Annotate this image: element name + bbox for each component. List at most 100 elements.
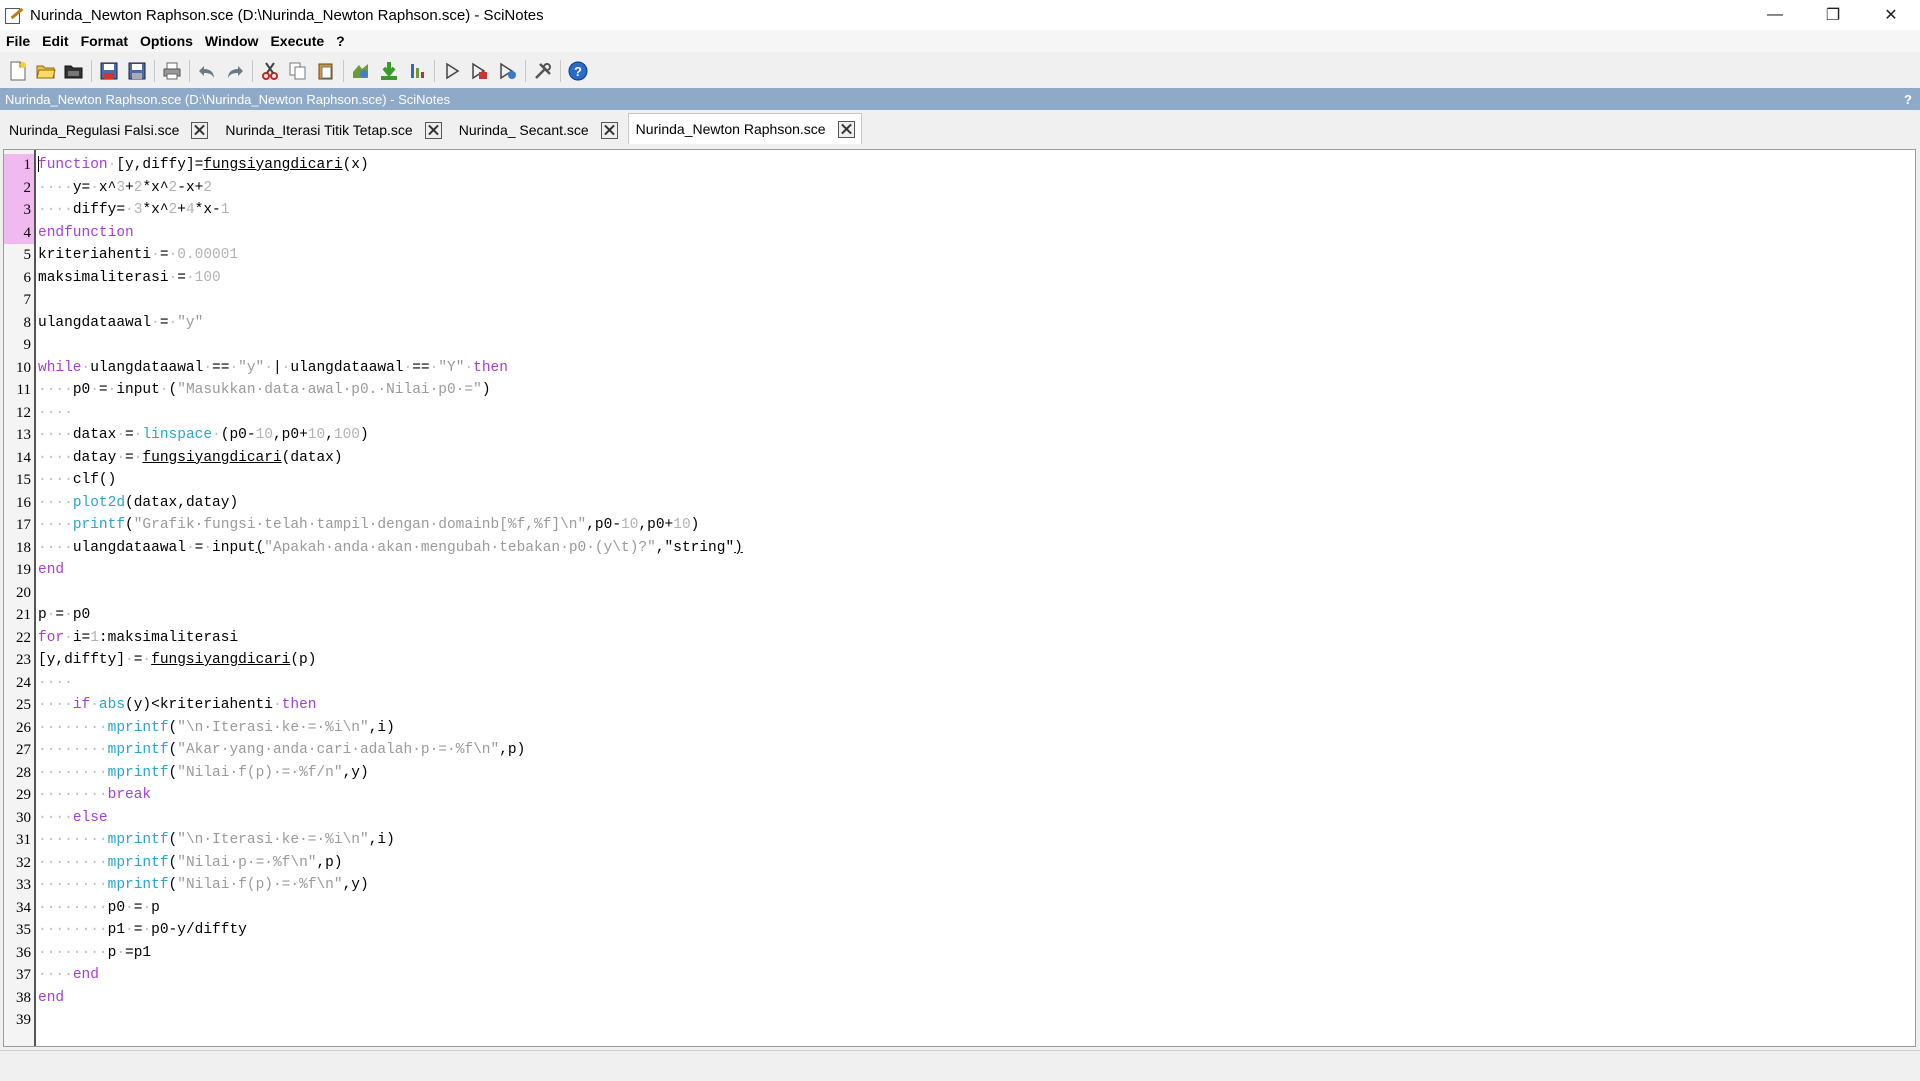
code-line[interactable]: 34 ········p0·=·p: [4, 897, 1915, 920]
run-to-cursor-icon[interactable]: [468, 59, 492, 83]
code-line[interactable]: 29 ········break: [4, 784, 1915, 807]
line-number: 6: [23, 269, 32, 286]
code-line[interactable]: 33 ········mprintf("Nilai·f(p)·=·%f\n",y): [4, 874, 1915, 897]
close-tab-icon[interactable]: [837, 120, 855, 138]
code-line[interactable]: 22 for·i=1:maksimaliterasi: [4, 627, 1915, 650]
new-file-icon[interactable]: [6, 59, 30, 83]
code-line[interactable]: 6 maksimaliterasi·=·100: [4, 267, 1915, 290]
cut-icon[interactable]: [258, 59, 282, 83]
code-line[interactable]: 23 [y,diffty]·=·fungsiyangdicari(p): [4, 649, 1915, 672]
info-help-button[interactable]: ?: [1904, 92, 1912, 107]
save-as-icon[interactable]: [125, 59, 149, 83]
close-tab-icon[interactable]: [424, 121, 442, 139]
code-line[interactable]: 39: [4, 1009, 1915, 1032]
code-line[interactable]: 13 ····datax·=·linspace·(p0-10,p0+10,100): [4, 424, 1915, 447]
tools-icon[interactable]: [531, 59, 555, 83]
evaluate-selection-icon[interactable]: [496, 59, 520, 83]
line-text: ········p0·=·p: [38, 899, 160, 916]
menu-file[interactable]: File: [0, 33, 36, 49]
undo-icon[interactable]: [195, 59, 219, 83]
save-icon[interactable]: [97, 59, 121, 83]
line-text: ····: [38, 404, 73, 421]
tab-regulasi-falsi[interactable]: Nurinda_Regulasi Falsi.sce: [2, 116, 214, 144]
code-line[interactable]: 1 function·[y,diffy]=fungsiyangdicari(x): [4, 154, 1915, 177]
code-line[interactable]: 20: [4, 582, 1915, 605]
line-number: 32: [16, 854, 31, 871]
code-line[interactable]: 27 ········mprintf("Akar·yang·anda·cari·a…: [4, 739, 1915, 762]
redo-icon[interactable]: [223, 59, 247, 83]
restore-button[interactable]: ❐: [1804, 0, 1862, 30]
code-line[interactable]: 3 ····diffy=·3*x^2+4*x-1: [4, 199, 1915, 222]
line-number: 9: [23, 337, 32, 353]
open-file-icon[interactable]: [34, 59, 58, 83]
line-number: 1: [23, 157, 32, 173]
code-line[interactable]: 5 kriteriahenti·=·0.00001: [4, 244, 1915, 267]
line-text: ····if·abs(y)<kriteriahenti·then: [38, 697, 317, 713]
minimize-button[interactable]: —: [1746, 0, 1804, 30]
code-line[interactable]: 15 ····clf(): [4, 469, 1915, 492]
line-number: 24: [16, 674, 31, 691]
code-line[interactable]: 8 ulangdataawal·=·"y": [4, 312, 1915, 335]
menu-options[interactable]: Options: [134, 33, 199, 49]
help-icon[interactable]: ?: [566, 59, 590, 83]
code-line[interactable]: 14 ····datay·=·fungsiyangdicari(datax): [4, 447, 1915, 470]
menu-format[interactable]: Format: [75, 33, 134, 49]
menu-edit[interactable]: Edit: [36, 33, 74, 49]
code-line[interactable]: 21 p·=·p0: [4, 604, 1915, 627]
code-line[interactable]: 38 end: [4, 987, 1915, 1010]
code-line[interactable]: 26 ········mprintf("\n·Iterasi·ke·=·%i\n"…: [4, 717, 1915, 740]
line-number: 11: [16, 382, 31, 398]
open-recent-icon[interactable]: [62, 59, 86, 83]
run-icon[interactable]: [440, 59, 464, 83]
load-into-scilab-icon[interactable]: [377, 59, 401, 83]
menu-help[interactable]: ?: [330, 33, 351, 49]
line-number: 23: [16, 652, 31, 668]
toolbar: ?: [0, 53, 1920, 88]
close-tab-icon[interactable]: [600, 121, 618, 139]
code-line[interactable]: 18 ····ulangdataawal·=·input("Apakah·anda…: [4, 537, 1915, 560]
line-text: ········mprintf("\n·Iterasi·ke·=·%i\n",i…: [38, 719, 395, 736]
code-line[interactable]: 32 ········mprintf("Nilai·p·=·%f\n",p): [4, 852, 1915, 875]
close-tab-icon[interactable]: [191, 121, 209, 139]
execute-file-icon[interactable]: [349, 59, 373, 83]
code-line[interactable]: 12 ····: [4, 402, 1915, 425]
line-text: for·i=1:maksimaliterasi: [38, 629, 239, 646]
tab-iterasi-titik-tetap[interactable]: Nurinda_Iterasi Titik Tetap.sce: [218, 116, 447, 144]
tab-newton-raphson[interactable]: Nurinda_Newton Raphson.sce: [627, 113, 862, 144]
code-line[interactable]: 10 while·ulangdataawal·==·"y"·|·ulangdata…: [4, 357, 1915, 380]
code-line[interactable]: 37 ····end: [4, 964, 1915, 987]
line-text: ····else: [38, 809, 108, 826]
code-line[interactable]: 24 ····: [4, 672, 1915, 695]
line-number: 7: [23, 292, 32, 308]
code-area[interactable]: 1 function·[y,diffy]=fungsiyangdicari(x) 2…: [4, 154, 1915, 1032]
code-line[interactable]: 2 ····y=·x^3+2*x^2-x+2: [4, 177, 1915, 200]
menu-bar: File Edit Format Options Window Execute …: [0, 30, 1920, 52]
code-line[interactable]: 11 ····p0·=·input·("Masukkan·data·awal·p0…: [4, 379, 1915, 402]
code-line[interactable]: 19 end: [4, 559, 1915, 582]
code-line[interactable]: 30 ····else: [4, 807, 1915, 830]
menu-window[interactable]: Window: [199, 33, 265, 49]
code-line[interactable]: 16 ····plot2d(datax,datay): [4, 492, 1915, 515]
code-line[interactable]: 17 ····printf("Grafik·fungsi·telah·tampil…: [4, 514, 1915, 537]
line-text: ········mprintf("Akar·yang·anda·cari·ada…: [38, 742, 526, 758]
paste-icon[interactable]: [314, 59, 338, 83]
document-info-bar: Nurinda_Newton Raphson.sce (D:\Nurinda_N…: [0, 88, 1920, 110]
close-window-button[interactable]: ✕: [1862, 0, 1920, 30]
code-line[interactable]: 25 ····if·abs(y)<kriteriahenti·then: [4, 694, 1915, 717]
line-text: ····end: [38, 967, 99, 983]
tab-secant[interactable]: Nurinda_ Secant.sce: [452, 116, 624, 144]
code-line[interactable]: 35 ········p1·=·p0-y/diffty: [4, 919, 1915, 942]
code-line[interactable]: 36 ········p·=p1: [4, 942, 1915, 965]
code-editor[interactable]: 1 function·[y,diffy]=fungsiyangdicari(x) 2…: [3, 149, 1916, 1047]
print-icon[interactable]: [160, 59, 184, 83]
code-line[interactable]: 31 ········mprintf("\n·Iterasi·ke·=·%i\n"…: [4, 829, 1915, 852]
code-line[interactable]: 9: [4, 334, 1915, 357]
code-line[interactable]: 4 endfunction: [4, 222, 1915, 245]
execute-menu-icon[interactable]: [405, 59, 429, 83]
menu-execute[interactable]: Execute: [264, 33, 330, 49]
code-line[interactable]: 28 ········mprintf("Nilai·f(p)·=·%f/n",y): [4, 762, 1915, 785]
code-line[interactable]: 7: [4, 289, 1915, 312]
copy-icon[interactable]: [286, 59, 310, 83]
document-path-text: Nurinda_Newton Raphson.sce (D:\Nurinda_N…: [5, 91, 451, 107]
line-number: 21: [16, 607, 31, 623]
